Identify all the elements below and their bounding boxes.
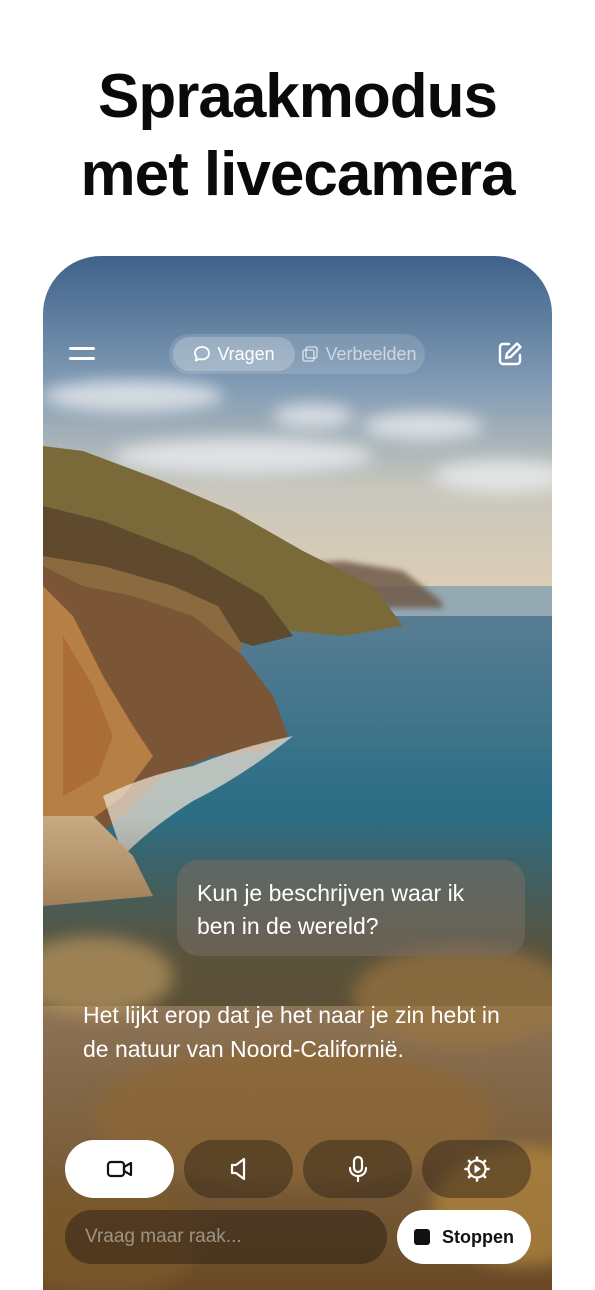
new-chat-edit-icon[interactable] — [496, 340, 524, 368]
stop-button[interactable]: Stoppen — [397, 1210, 531, 1264]
assistant-message: Het lijkt erop dat je het naar je zin he… — [83, 1002, 500, 1062]
camera-feed — [43, 256, 552, 1290]
video-camera-icon — [106, 1160, 132, 1178]
headline-line-1: Spraakmodus — [97, 62, 498, 131]
tab-ask[interactable]: Vragen — [173, 337, 295, 371]
control-row — [65, 1140, 531, 1198]
phone-screen: Vragen Verbeelden Kun je beschrijven waa… — [43, 256, 552, 1290]
stop-button-label: Stoppen — [442, 1226, 514, 1247]
mode-switcher: Vragen Verbeelden — [169, 334, 425, 374]
headline-line-2: met livecamera — [80, 140, 515, 209]
top-bar: Vragen Verbeelden — [43, 332, 552, 376]
settings-button[interactable] — [422, 1140, 531, 1198]
chat-bubble-icon — [194, 346, 211, 362]
message-input[interactable] — [65, 1210, 387, 1264]
camera-toggle-button[interactable] — [65, 1140, 174, 1198]
stop-icon — [414, 1229, 430, 1245]
headline: Spraakmodus met livecamera — [0, 58, 595, 214]
speaker-button[interactable] — [184, 1140, 293, 1198]
tab-imagine-label: Verbeelden — [325, 343, 417, 364]
tab-imagine[interactable]: Verbeelden — [297, 337, 421, 371]
gear-icon — [463, 1156, 490, 1182]
speaker-icon — [230, 1157, 245, 1181]
microphone-icon — [348, 1155, 367, 1183]
hamburger-menu-icon[interactable] — [69, 344, 95, 364]
tab-ask-label: Vragen — [217, 343, 275, 364]
image-stack-icon — [302, 346, 319, 362]
input-row: Stoppen — [65, 1210, 531, 1264]
user-message-bubble: Kun je beschrijven waar ik ben in de wer… — [177, 860, 525, 956]
microphone-button[interactable] — [303, 1140, 412, 1198]
